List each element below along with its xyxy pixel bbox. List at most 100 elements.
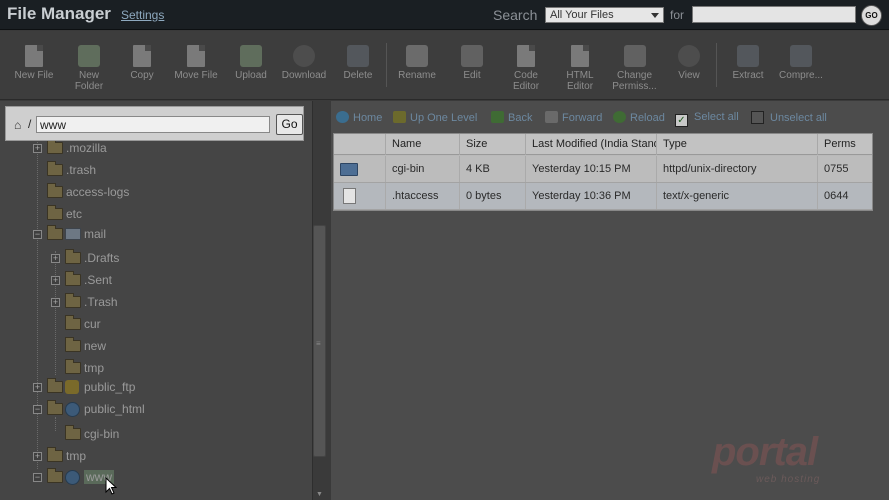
new-file-button[interactable]: New File <box>8 31 60 100</box>
file-perms[interactable]: 0644 <box>818 183 872 209</box>
folder-icon <box>47 400 63 415</box>
folder-icon <box>65 337 81 352</box>
view-label: View <box>678 70 700 81</box>
view-button[interactable]: View <box>667 31 711 100</box>
tree-item-label: public_ftp <box>84 380 136 394</box>
tree-line <box>37 139 38 469</box>
column-header-modified[interactable]: Last Modified (India Standard Time) <box>526 134 657 155</box>
folder-icon <box>47 139 63 154</box>
file-perms[interactable]: 0755 <box>818 156 872 182</box>
new-folder-button[interactable]: New Folder <box>64 31 114 100</box>
up-level-icon <box>393 111 406 123</box>
expand-icon[interactable]: + <box>51 276 60 285</box>
folder-icon <box>47 161 63 176</box>
forward-button[interactable]: Forward <box>545 111 602 124</box>
tree-item-label: new <box>84 339 107 353</box>
tree-item-label: .Sent <box>84 273 113 287</box>
tree-item-label: cur <box>84 317 101 331</box>
expand-icon[interactable]: + <box>33 383 42 392</box>
back-label: Back <box>508 112 533 124</box>
top-header: File Manager Settings Search All Your Fi… <box>0 0 889 30</box>
tree-item-label: cgi-bin <box>84 427 120 441</box>
table-row[interactable]: .htaccess 0 bytes Yesterday 10:36 PM tex… <box>334 183 872 210</box>
path-go-button[interactable]: Go <box>276 114 303 135</box>
copy-button[interactable]: Copy <box>120 31 164 100</box>
select-all-button[interactable]: ✓ Select all <box>675 111 739 127</box>
up-one-level-button[interactable]: Up One Level <box>393 111 477 124</box>
expand-icon[interactable]: + <box>51 298 60 307</box>
change-permissions-button[interactable]: Change Permiss... <box>607 31 662 100</box>
rename-button[interactable]: Rename <box>393 31 441 100</box>
tree-item-label: .mozilla <box>66 141 107 155</box>
folder-icon <box>65 271 81 286</box>
delete-button[interactable]: Delete <box>336 31 380 100</box>
expand-icon[interactable]: + <box>33 144 42 153</box>
edit-icon <box>461 45 483 67</box>
new-file-icon <box>25 45 43 67</box>
compress-button[interactable]: Compre... <box>776 31 826 100</box>
grip-icon: ≡ <box>316 339 321 348</box>
back-arrow-icon <box>491 111 504 123</box>
file-modified: Yesterday 10:15 PM <box>526 156 657 182</box>
download-button[interactable]: Download <box>278 31 330 100</box>
document-icon <box>343 188 356 204</box>
tree-item-label: .trash <box>66 163 97 177</box>
reload-button[interactable]: Reload <box>613 111 665 124</box>
navigation-bar: Home Up One Level Back Forward Reload ✓ S… <box>331 111 889 129</box>
file-name[interactable]: cgi-bin <box>386 156 460 182</box>
edit-button[interactable]: Edit <box>450 31 494 100</box>
home-label: Home <box>353 112 383 124</box>
html-editor-button[interactable]: HTML Editor <box>557 31 603 100</box>
scroll-down-icon[interactable]: ▼ <box>316 491 323 498</box>
new-folder-label: New Folder <box>74 70 104 92</box>
upload-icon <box>240 45 262 67</box>
move-file-button[interactable]: Move File <box>169 31 223 100</box>
app-title: File Manager <box>7 4 111 23</box>
html-editor-label: HTML Editor <box>566 70 594 92</box>
html-editor-icon <box>571 45 589 67</box>
search-input[interactable] <box>692 6 856 23</box>
path-slash: / <box>28 117 32 131</box>
extract-button[interactable]: Extract <box>724 31 772 100</box>
folder-icon <box>65 315 81 330</box>
search-go-button[interactable]: GO <box>861 5 882 26</box>
compress-label: Compre... <box>779 70 823 81</box>
search-scope-value: All Your Files <box>550 9 614 21</box>
chevron-down-icon <box>651 13 659 18</box>
left-panel: + .mozilla .trash access-logs etc − mail… <box>0 101 327 500</box>
column-header-perms[interactable]: Perms <box>818 134 872 155</box>
collapse-icon[interactable]: − <box>33 405 42 414</box>
file-name[interactable]: .htaccess <box>386 183 460 209</box>
rename-label: Rename <box>398 70 436 81</box>
unselect-all-button[interactable]: Unselect all <box>751 111 827 124</box>
copy-icon <box>133 45 151 67</box>
toolbar: New File New Folder Copy Move File Uploa… <box>0 31 889 100</box>
upload-button[interactable]: Upload <box>229 31 273 100</box>
path-input[interactable] <box>36 116 270 133</box>
code-editor-button[interactable]: Code Editor <box>503 31 549 100</box>
tree-item-label: access-logs <box>66 185 130 199</box>
table-header: Name Size Last Modified (India Standard … <box>334 134 872 155</box>
ftp-folder-icon <box>65 380 79 394</box>
path-bar: ⌂ / Go <box>5 106 304 141</box>
column-header-icon <box>334 134 386 155</box>
up-one-level-label: Up One Level <box>410 112 478 124</box>
watermark-main-text: portal <box>712 430 818 474</box>
folder-icon <box>47 468 63 483</box>
collapse-icon[interactable]: − <box>33 473 42 482</box>
expand-icon[interactable]: + <box>51 254 60 263</box>
copy-label: Copy <box>130 70 154 81</box>
expand-icon[interactable]: + <box>33 452 42 461</box>
column-header-size[interactable]: Size <box>460 134 526 155</box>
home-button[interactable]: Home <box>336 111 382 124</box>
rename-icon <box>406 45 428 67</box>
search-scope-select[interactable]: All Your Files <box>545 7 664 23</box>
column-header-type[interactable]: Type <box>657 134 818 155</box>
change-permissions-label: Change Permiss... <box>612 70 657 92</box>
watermark-logo: portal web hosting <box>712 430 862 490</box>
table-row[interactable]: cgi-bin 4 KB Yesterday 10:15 PM httpd/un… <box>334 156 872 183</box>
back-button[interactable]: Back <box>491 111 532 124</box>
column-header-name[interactable]: Name <box>386 134 460 155</box>
settings-link[interactable]: Settings <box>121 8 164 22</box>
collapse-icon[interactable]: − <box>33 230 42 239</box>
